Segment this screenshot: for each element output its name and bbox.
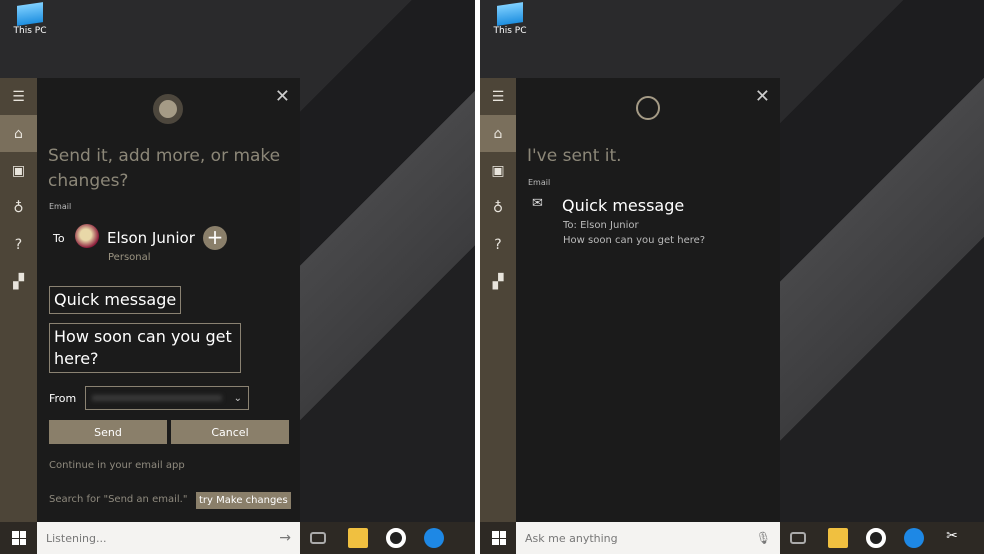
cancel-button[interactable]: Cancel: [171, 420, 289, 444]
windows-start-icon[interactable]: [492, 531, 506, 545]
to-label: To: [53, 232, 65, 245]
lightbulb-icon[interactable]: ♁: [480, 189, 516, 226]
taskbar: Ask me anything 🎙 ✂: [480, 522, 984, 554]
file-explorer-icon[interactable]: [828, 528, 848, 548]
recipient-type: Personal: [108, 252, 151, 263]
from-label: From: [49, 392, 77, 405]
help-icon[interactable]: ?: [0, 226, 37, 263]
notebook-icon[interactable]: ▣: [480, 152, 516, 189]
right-screenshot: This PC ☰ ⌂ ▣ ♁ ? ▞ ✕ I've sent it. Emai…: [480, 0, 984, 554]
task-view-icon[interactable]: [310, 532, 326, 544]
task-view-icon[interactable]: [790, 532, 806, 544]
browser-icon[interactable]: [424, 528, 444, 548]
tooltip: try Make changes: [196, 492, 291, 509]
send-button[interactable]: Send: [49, 420, 167, 444]
home-icon[interactable]: ⌂: [0, 115, 37, 152]
opera-icon[interactable]: [866, 528, 886, 548]
add-recipient-icon[interactable]: +: [203, 226, 227, 250]
taskbar: Listening... →: [0, 522, 475, 554]
cortana-orb-icon: [153, 94, 183, 124]
this-pc-icon[interactable]: This PC: [10, 2, 50, 36]
microphone-icon[interactable]: 🎙: [756, 531, 771, 545]
recipient-name[interactable]: Elson Junior: [107, 229, 195, 247]
cortana-search-box[interactable]: Ask me anything 🎙: [516, 522, 780, 554]
left-screenshot: This PC ☰ ⌂ ▣ ♁ ? ▞ ✕ Send it, add more,…: [0, 0, 475, 554]
notebook-icon[interactable]: ▣: [0, 152, 37, 189]
cortana-pane: ✕ Send it, add more, or make changes? Em…: [37, 78, 300, 522]
close-icon[interactable]: ✕: [275, 86, 290, 107]
message-subject[interactable]: Quick message: [562, 196, 684, 215]
message-recipient: To: Elson Junior: [563, 220, 639, 231]
menu-icon[interactable]: ☰: [0, 78, 37, 115]
file-explorer-icon[interactable]: [348, 528, 368, 548]
cortana-pane: ✕ I've sent it. Email ✉ Quick message To…: [516, 78, 780, 522]
search-web-link[interactable]: Search for "Send an email.": [49, 494, 187, 505]
cortana-prompt: I've sent it.: [527, 146, 622, 166]
opera-icon[interactable]: [386, 528, 406, 548]
continue-in-email-link[interactable]: Continue in your email app: [49, 460, 185, 471]
chevron-down-icon: ⌄: [233, 392, 242, 404]
help-icon[interactable]: ?: [480, 226, 516, 263]
section-label: Email: [49, 202, 72, 211]
this-pc-icon[interactable]: This PC: [490, 2, 530, 36]
search-input[interactable]: Listening...: [46, 532, 106, 545]
avatar: [75, 224, 99, 248]
cortana-sidebar: ☰ ⌂ ▣ ♁ ? ▞: [480, 78, 516, 522]
menu-icon[interactable]: ☰: [480, 78, 516, 115]
windows-start-icon[interactable]: [12, 531, 26, 545]
subject-field[interactable]: Quick message: [49, 286, 182, 314]
snipping-tool-icon[interactable]: ✂: [942, 528, 962, 548]
lightbulb-icon[interactable]: ♁: [0, 189, 37, 226]
browser-icon[interactable]: [904, 528, 924, 548]
home-icon[interactable]: ⌂: [480, 115, 516, 152]
feedback-icon[interactable]: ▞: [480, 263, 516, 300]
cortana-search-box[interactable]: Listening... →: [37, 522, 300, 554]
message-body: How soon can you get here?: [563, 235, 706, 246]
section-label: Email: [528, 178, 551, 187]
message-body-field[interactable]: How soon can you get here?: [49, 323, 241, 373]
cortana-sidebar: ☰ ⌂ ▣ ♁ ? ▞: [0, 78, 37, 522]
from-dropdown[interactable]: ⌄: [85, 386, 249, 410]
cortana-prompt: Send it, add more, or make changes?: [48, 146, 281, 191]
close-icon[interactable]: ✕: [755, 86, 770, 107]
cortana-orb-icon: [636, 96, 660, 120]
feedback-icon[interactable]: ▞: [0, 263, 37, 300]
arrow-right-icon[interactable]: →: [279, 530, 291, 546]
search-input[interactable]: Ask me anything: [525, 532, 618, 545]
mail-icon: ✉: [532, 196, 543, 211]
